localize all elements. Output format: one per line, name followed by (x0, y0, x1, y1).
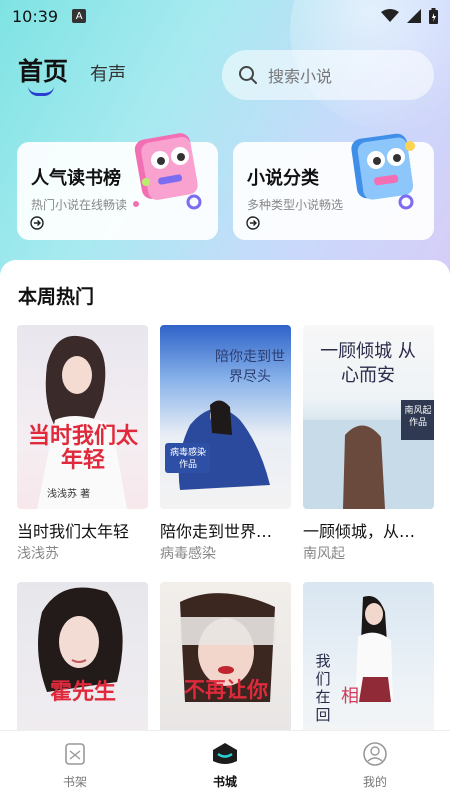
search-placeholder: 搜索小说 (268, 67, 333, 86)
search-input[interactable]: 搜索小说 (222, 50, 434, 100)
section-title: 本周热门 (18, 286, 95, 308)
notification-icon: A (72, 9, 87, 23)
status-time: 10:39 (12, 6, 59, 26)
book-title[interactable]: 陪你走到世界… (160, 518, 291, 542)
content-panel: 本周热门 当时我们太年轻 浅浅苏 著 当时我们太年轻 浅浅苏 陪你走到世界尽头 … (0, 260, 450, 730)
nav-label: 我的 (362, 775, 387, 789)
book-cover-art (38, 587, 123, 692)
tab-home-label: 首页 (18, 57, 69, 86)
signal-icon (407, 9, 421, 23)
book-author: 浅浅苏 (17, 546, 59, 562)
cover-title: 霍先生 (49, 680, 116, 705)
book-cover-art (37, 335, 127, 509)
nav-item-bookshelf[interactable]: 书架 (0, 731, 150, 800)
cover-title: 我们在回 (315, 652, 331, 724)
tab-home[interactable]: 首页 (18, 52, 69, 96)
cover-author: 病毒感染 作品 (169, 448, 206, 470)
book-title[interactable]: 当时我们太年轻 (17, 518, 148, 542)
arrow-right-icon (30, 216, 44, 230)
book-cover[interactable]: 一顾倾城 从心而安 南风起 作品 (303, 325, 434, 509)
cover-author: 南风起 作品 (404, 406, 432, 428)
bookshelf-icon (65, 743, 85, 765)
book-cover[interactable]: 陪你走到世界尽头 病毒感染 作品 (160, 325, 291, 509)
profile-icon (363, 742, 387, 766)
nav-label: 书架 (62, 775, 87, 789)
nav-label: 书城 (212, 775, 237, 789)
book-cover[interactable]: 当时我们太年轻 浅浅苏 著 (17, 325, 148, 509)
arrow-right-icon (246, 216, 260, 230)
cover-author: 浅浅苏 著 (47, 489, 91, 500)
bottom-nav: 书架 书城 我的 (0, 730, 450, 800)
book-title[interactable]: 一顾倾城，从… (303, 518, 434, 542)
blue-book-mascot-icon (351, 133, 415, 210)
novel-category-card[interactable]: 小说分类 多种类型小说畅选 (233, 133, 434, 240)
top-tabs: 首页 有声 (18, 52, 126, 96)
cover-title: 当时我们太年轻 (27, 424, 138, 473)
battery-icon (429, 8, 438, 24)
status-indicators (381, 8, 438, 24)
nav-item-bookstore[interactable]: 书城 (150, 731, 300, 800)
book-cover[interactable]: 霍先生 (17, 582, 148, 730)
book-cover[interactable]: 不再让你 (160, 582, 291, 730)
popular-books-card[interactable]: 人气读书榜 热门小说在线畅读 (17, 133, 218, 240)
pink-book-mascot-icon (133, 133, 202, 210)
wifi-icon (381, 9, 399, 22)
book-author: 南风起 (303, 546, 345, 562)
book-cover-art (180, 593, 276, 702)
cover-title-accent: 相 (341, 686, 359, 707)
cover-title: 一顾倾城 从心而安 (320, 341, 416, 386)
status-bar: 10:39 A (0, 0, 450, 32)
cover-title: 不再让你 (184, 678, 268, 702)
cover-title: 陪你走到世界尽头 (215, 349, 285, 385)
search-icon (239, 66, 257, 84)
tab-audio[interactable]: 有声 (90, 60, 126, 86)
book-cover[interactable]: 我们在回 相 (303, 582, 434, 730)
nav-item-profile[interactable]: 我的 (300, 731, 450, 800)
book-author: 病毒感染 (160, 546, 216, 562)
bookstore-icon (213, 743, 237, 764)
